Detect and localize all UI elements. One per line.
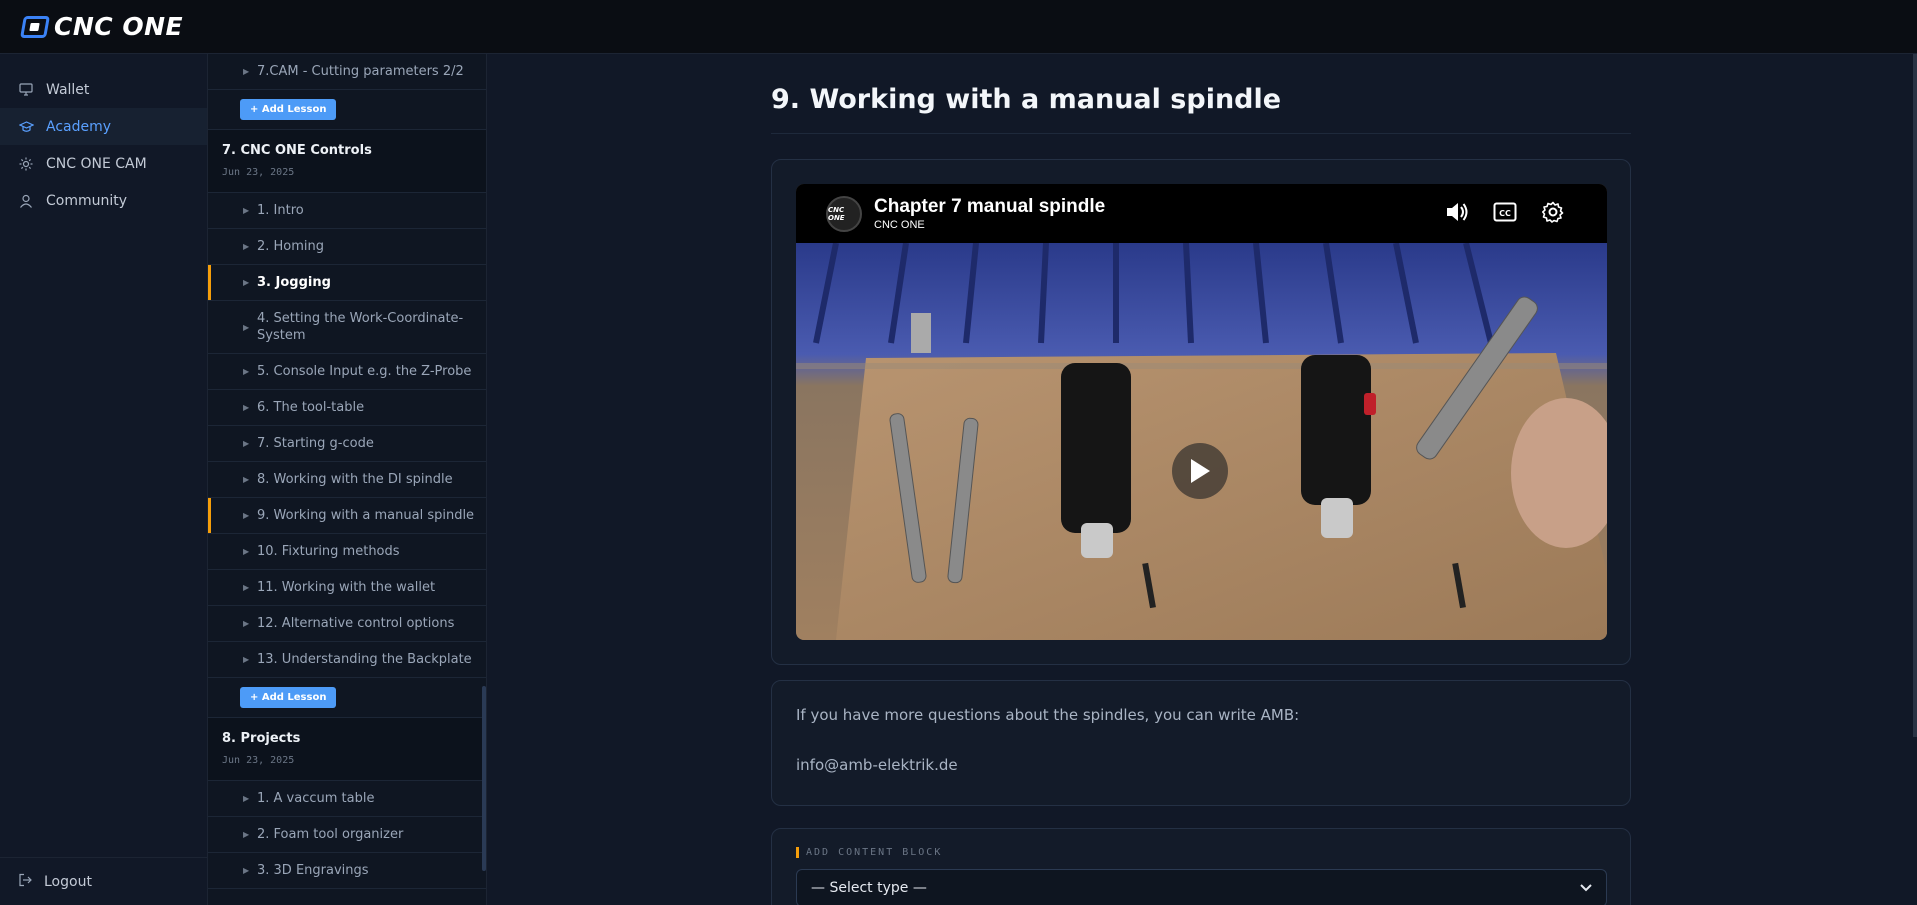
lesson-item[interactable]: ▶ 2. Foam tool organizer [208,817,486,853]
lesson-item[interactable]: ▶ 3. Jogging [208,265,486,301]
settings-gear-icon[interactable] [1539,198,1567,226]
nav-item-community[interactable]: Community [0,182,207,219]
lesson-item[interactable]: ▶ 1. Intro [208,193,486,229]
nav-item-wallet[interactable]: Wallet [0,71,207,108]
volume-icon[interactable] [1443,198,1471,226]
page-title: 9. Working with a manual spindle [771,84,1282,115]
section-title: 8. Projects [222,731,301,746]
logo-text: CNC ONE [54,12,184,41]
person-icon [18,193,34,209]
top-bar: CNC ONE [0,0,1917,54]
add-content-block: ADD CONTENT BLOCK — Select type — [771,828,1631,905]
caret-right-icon: ▶ [243,322,250,332]
nav-item-cnc-one-cam[interactable]: CNC ONE CAM [0,145,207,182]
lesson-item[interactable]: ▶ 2. Homing [208,229,486,265]
lesson-item[interactable]: ▶ 7. Starting g-code [208,426,486,462]
lesson-item[interactable]: ▶ 6. The tool-table [208,390,486,426]
lesson-list: ▶ 7.CAM - Cutting parameters 2/2 + Add Le… [208,54,487,905]
select-value: — Select type — [811,880,927,896]
lesson-item[interactable]: ▶ 7.CAM - Cutting parameters 2/2 [208,54,486,90]
section-date: Jun 23, 2025 [222,167,295,178]
play-icon [1191,459,1210,483]
video-card: CNC ONE Chapter 7 manual spindle CNC ONE… [771,159,1631,665]
svg-text:CC: CC [1499,209,1511,218]
logout-icon [18,873,32,891]
caret-right-icon: ▶ [243,619,250,628]
left-nav: Wallet Academy CNC ONE CAM Community Log… [0,54,208,905]
email-text: info@amb-elektrik.de [796,756,958,774]
caret-right-icon: ▶ [243,866,250,875]
chevron-down-icon [1580,880,1592,896]
captions-icon[interactable]: CC [1491,198,1519,226]
logo-icon [20,15,50,38]
caret-right-icon: ▶ [243,439,250,448]
video-thumbnail [796,243,1607,640]
logout-label: Logout [44,873,92,890]
text-block: If you have more questions about the spi… [771,680,1631,806]
monitor-icon [18,82,34,98]
lesson-item-active[interactable]: ▶ 9. Working with a manual spindle [208,498,486,534]
lesson-item[interactable]: ▶ 5. Console Input e.g. the Z-Probe [208,354,486,390]
caret-right-icon: ▶ [243,367,250,376]
lesson-item[interactable]: ▶ 4. Setting the Work-Coordinate-System [208,301,486,354]
page-scrollbar[interactable] [1913,54,1917,737]
caret-right-icon: ▶ [243,511,250,520]
lesson-item[interactable]: ▶ 10. Fixturing methods [208,534,486,570]
channel-avatar[interactable]: CNC ONE [826,195,862,232]
text-line: If you have more questions about the spi… [796,706,1300,724]
caret-right-icon: ▶ [243,67,250,76]
graduation-icon [18,119,34,135]
caret-right-icon: ▶ [243,206,250,215]
nav-label: Academy [46,118,112,135]
lesson-item[interactable]: ▶ 8. Working with the DI spindle [208,462,486,498]
divider [771,133,1631,134]
lesson-item[interactable]: ▶ 1. A vaccum table [208,781,486,817]
lesson-scrollbar[interactable] [482,686,486,871]
add-lesson-button[interactable]: + Add Lesson [240,687,337,708]
caret-right-icon: ▶ [243,242,250,251]
section-header[interactable]: 8. Projects Jun 23, 2025 [208,718,486,781]
sun-icon [18,156,34,172]
nav-item-academy[interactable]: Academy [0,108,207,145]
caret-right-icon: ▶ [243,830,250,839]
nav-label: CNC ONE CAM [46,155,147,172]
block-type-select[interactable]: — Select type — [796,869,1607,905]
caret-right-icon: ▶ [243,403,250,412]
caret-right-icon: ▶ [243,655,250,664]
nav-label: Wallet [46,81,90,98]
section-date: Jun 23, 2025 [222,755,295,766]
lesson-item[interactable]: ▶ 13. Understanding the Backplate [208,642,486,678]
lesson-item[interactable]: ▶ 3. 3D Engravings [208,853,486,889]
video-header: CNC ONE Chapter 7 manual spindle CNC ONE… [796,184,1607,243]
caret-right-icon: ▶ [243,278,250,287]
lesson-item[interactable]: ▶ 11. Working with the wallet [208,570,486,606]
caret-right-icon: ▶ [243,583,250,592]
main-content: 9. Working with a manual spindle CNC ONE… [487,54,1917,905]
nav-label: Community [46,192,128,209]
video-channel[interactable]: CNC ONE [874,219,1105,231]
play-button[interactable] [1172,443,1228,499]
caret-right-icon: ▶ [243,475,250,484]
caret-right-icon: ▶ [243,794,250,803]
lesson-item[interactable]: ▶ 12. Alternative control options [208,606,486,642]
logout-button[interactable]: Logout [0,857,208,905]
section-header[interactable]: 7. CNC ONE Controls Jun 23, 2025 [208,130,486,193]
section-title: 7. CNC ONE Controls [222,143,372,158]
caret-right-icon: ▶ [243,547,250,556]
add-content-label: ADD CONTENT BLOCK [796,847,1606,858]
add-lesson-button[interactable]: + Add Lesson [240,99,337,120]
video-title[interactable]: Chapter 7 manual spindle [874,196,1105,218]
video-player[interactable]: CNC ONE Chapter 7 manual spindle CNC ONE… [796,184,1607,640]
logo[interactable]: CNC ONE [20,12,184,41]
